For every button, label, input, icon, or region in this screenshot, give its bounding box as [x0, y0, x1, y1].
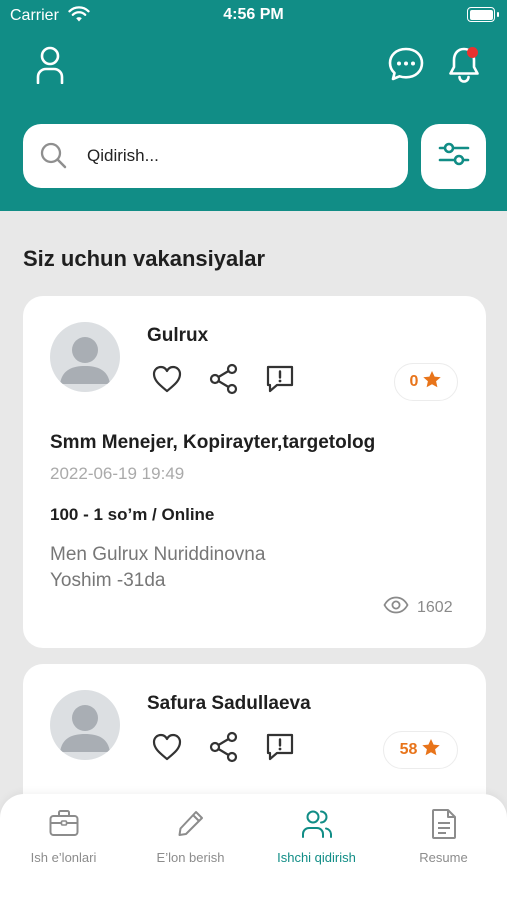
notification-badge: [467, 47, 478, 58]
sliders-icon: [438, 140, 470, 173]
user-icon: [35, 46, 65, 89]
pencil-icon: [127, 808, 254, 838]
filter-button[interactable]: [421, 124, 486, 189]
description-line: Men Gulrux Nuriddinovna: [50, 544, 266, 565]
tab-post-ad[interactable]: E’lon berish: [127, 794, 254, 874]
star-icon: [421, 738, 441, 762]
rating-badge[interactable]: 0: [394, 363, 458, 401]
heart-icon: [151, 364, 183, 399]
clock: 4:56 PM: [223, 6, 284, 23]
rating-badge[interactable]: 58: [383, 731, 458, 769]
rating-value: 58: [399, 741, 418, 758]
tab-label: E’lon berish: [156, 850, 225, 865]
star-icon: [422, 370, 442, 394]
like-button[interactable]: [150, 364, 184, 398]
tab-label: Resume: [419, 850, 468, 865]
report-icon: [265, 732, 295, 767]
rating-value: 0: [409, 373, 419, 390]
description-line: Yoshim -31da: [50, 570, 166, 591]
notifications-button[interactable]: [444, 45, 484, 87]
share-icon: [208, 731, 240, 768]
views-count: 1602: [417, 598, 453, 616]
job-date: 2022-06-19 19:49: [50, 464, 185, 483]
card-author-name: Gulrux: [147, 325, 209, 346]
briefcase-icon: [0, 808, 127, 838]
tab-job-listings[interactable]: Ish e’lonlari: [0, 794, 127, 874]
like-button[interactable]: [150, 732, 184, 766]
tab-find-workers[interactable]: Ishchi qidirish: [253, 794, 380, 874]
job-title: Smm Menejer, Kopirayter,targetolog: [50, 432, 376, 453]
users-icon: [253, 808, 380, 840]
tab-label: Ish e’lonlari: [30, 850, 97, 865]
vacancy-card[interactable]: Gulrux 0 Smm Menejer, Kopirayter,targeto…: [23, 296, 486, 648]
share-button[interactable]: [207, 731, 241, 768]
share-button[interactable]: [207, 363, 241, 400]
messages-button[interactable]: [386, 46, 426, 86]
profile-button[interactable]: [30, 46, 70, 88]
avatar: [50, 322, 120, 392]
bottom-tab-bar: Ish e’lonlari E’lon berish Ishchi qidiri…: [0, 794, 507, 900]
section-title: Siz uchun vakansiyalar: [23, 246, 266, 271]
report-button[interactable]: [263, 364, 297, 398]
search-icon: [39, 141, 69, 176]
heart-icon: [151, 732, 183, 767]
status-bar: Carrier 4:56 PM: [0, 0, 507, 32]
job-description: Men Gulrux Nuriddinovna Yoshim -31da: [50, 542, 265, 594]
search-input[interactable]: [87, 142, 387, 170]
eye-icon: [383, 596, 409, 619]
report-button[interactable]: [263, 732, 297, 766]
battery-icon: [467, 7, 499, 22]
tab-resume[interactable]: Resume: [380, 794, 507, 874]
report-icon: [265, 364, 295, 399]
share-icon: [208, 363, 240, 400]
views-counter: 1602: [383, 596, 453, 619]
avatar: [50, 690, 120, 760]
card-author-name: Safura Sadullaeva: [147, 693, 311, 714]
document-icon: [380, 808, 507, 840]
app-header: Carrier 4:56 PM: [0, 0, 507, 211]
tab-label: Ishchi qidirish: [277, 850, 356, 865]
search-bar[interactable]: [23, 124, 408, 188]
job-salary: 100 - 1 so’m / Online: [50, 505, 215, 524]
chat-icon: [387, 46, 425, 87]
